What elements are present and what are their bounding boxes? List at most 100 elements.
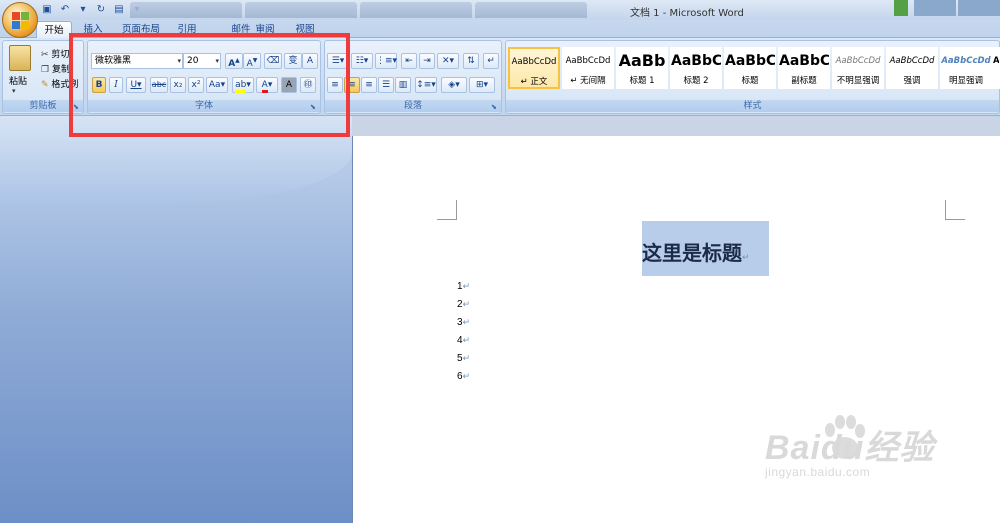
page-top-gap xyxy=(352,116,1000,136)
office-button[interactable] xyxy=(2,2,38,38)
justify-icon: ☰ xyxy=(381,80,391,90)
brush-icon: ✎ xyxy=(41,80,49,90)
justify-button[interactable]: ☰ xyxy=(378,77,394,93)
copy-button[interactable]: ❐ 复制 xyxy=(41,62,70,75)
decrease-indent-icon: ⇤ xyxy=(405,56,413,66)
align-right-icon: ≡ xyxy=(365,80,373,90)
browser-tab[interactable] xyxy=(360,2,472,18)
increase-indent-button[interactable]: ⇥ xyxy=(419,53,435,69)
paragraph-mark-icon: ↵ xyxy=(487,56,495,66)
style-normal[interactable]: AaBbCcDd ↵ 正文 xyxy=(508,47,560,89)
style-name: ↵ 正文 xyxy=(520,77,548,87)
app-icon xyxy=(894,0,908,16)
dropdown-icon[interactable]: ▾ xyxy=(76,3,90,17)
style-sample: AaBbCcDd xyxy=(835,56,881,66)
style-name: 强调 xyxy=(903,76,921,86)
doc-line[interactable]: 5↵ xyxy=(457,353,470,364)
office-logo-icon xyxy=(12,12,30,30)
paste-dropdown-icon[interactable]: ▾ xyxy=(12,87,16,95)
style-name: 标题 xyxy=(741,76,759,86)
browser-tab[interactable] xyxy=(130,2,242,18)
chinese-layout-button[interactable]: ✕▾ xyxy=(437,53,459,69)
style-no-spacing[interactable]: AaBbCcDd ↵ 无间隔 xyxy=(562,47,614,89)
title-bar: ▣ ↶ ▾ ↻ ▤ ▾ 文档 1 - Microsoft Word xyxy=(0,0,1000,20)
paste-button[interactable]: 粘贴 xyxy=(9,74,27,87)
maximize-button[interactable] xyxy=(958,0,1000,16)
style-sample: AaBbCcDd xyxy=(565,56,611,66)
browser-tab[interactable] xyxy=(475,2,587,18)
redo-icon[interactable]: ↻ xyxy=(94,3,108,17)
styles-group-label: 样式 xyxy=(506,100,999,112)
paragraph-mark-icon: ↵ xyxy=(742,253,750,263)
numbering-icon: ☷ xyxy=(355,56,364,66)
doc-line[interactable]: 4↵ xyxy=(457,335,470,346)
style-sample: AaBbC xyxy=(779,53,829,69)
watermark: Baidu经验 jingyan.baidu.com xyxy=(765,420,934,479)
tab-home[interactable]: 开始 xyxy=(36,21,72,38)
paragraph-group-label: 段落 xyxy=(325,100,501,112)
doc-line[interactable]: 2↵ xyxy=(457,299,470,310)
doc-line[interactable]: 3↵ xyxy=(457,317,470,328)
paragraph-group: ☰▾ ☷▾ ⋮≡▾ ⇤ ⇥ ✕▾ ⇅ ↵ ≡ ≡ ≡ ☰ ▥ ↕≡▾ ◈▾ ⊞▾… xyxy=(324,40,502,114)
watermark-brand: Baidu经验 xyxy=(765,429,935,467)
background-browser-tabs xyxy=(130,2,587,18)
font-group-highlight-box xyxy=(69,33,350,137)
save-icon[interactable]: ▣ xyxy=(40,3,54,17)
copy-label: 复制 xyxy=(51,65,70,75)
align-right-button[interactable]: ≡ xyxy=(361,77,377,93)
crop-mark-top-left xyxy=(437,200,457,220)
doc-line[interactable]: 6↵ xyxy=(457,371,470,382)
style-name: 标题 1 xyxy=(629,76,655,86)
borders-button[interactable]: ⊞▾ xyxy=(469,77,495,93)
numbering-button[interactable]: ☷▾ xyxy=(351,53,373,69)
borders-icon: ⊞ xyxy=(475,80,484,90)
crop-mark-top-right xyxy=(945,200,965,220)
style-sample: AaBbCcDd xyxy=(889,56,935,66)
style-subtle-emphasis[interactable]: AaBbCcDd 不明显强调 xyxy=(832,47,884,89)
style-name: 不明显强调 xyxy=(836,76,880,86)
style-name: 副标题 xyxy=(791,76,817,86)
cut-button[interactable]: ✂ 剪切 xyxy=(41,47,69,60)
document-title[interactable]: 这里是标题↵ xyxy=(642,237,750,266)
browser-tab[interactable] xyxy=(245,2,357,18)
style-sample: AaBbC xyxy=(725,53,775,69)
window-controls xyxy=(894,0,1000,16)
style-sample: AaBbCcDd xyxy=(511,57,557,67)
style-heading-1[interactable]: AaBb 标题 1 xyxy=(616,47,668,89)
line-spacing-button[interactable]: ↕≡▾ xyxy=(415,77,437,93)
decrease-indent-button[interactable]: ⇤ xyxy=(401,53,417,69)
styles-group: AaBbCcDd ↵ 正文 AaBbCcDd ↵ 无间隔 AaBb 标题 1 A… xyxy=(505,40,1000,114)
style-subtitle[interactable]: AaBbC 副标题 xyxy=(778,47,830,89)
quick-access-toolbar: ▣ ↶ ▾ ↻ ▤ ▾ xyxy=(40,3,144,17)
sort-icon: ⇅ xyxy=(467,56,475,66)
style-name: ↵ 无间隔 xyxy=(570,76,606,86)
print-preview-icon[interactable]: ▤ xyxy=(112,3,126,17)
chinese-layout-icon: ✕ xyxy=(441,56,450,66)
shading-button[interactable]: ◈▾ xyxy=(441,77,467,93)
distributed-icon: ▥ xyxy=(398,80,408,90)
show-marks-button[interactable]: ↵ xyxy=(483,53,499,69)
style-sample: Aa xyxy=(993,56,999,66)
distributed-button[interactable]: ▥ xyxy=(395,77,411,93)
style-sample: AaBbCcDd xyxy=(941,56,991,66)
multilevel-list-button[interactable]: ⋮≡▾ xyxy=(375,53,397,69)
minimize-button[interactable] xyxy=(914,0,956,16)
window-title: 文档 1 - Microsoft Word xyxy=(630,8,744,19)
paste-icon[interactable] xyxy=(9,45,31,71)
style-name: 明显强调 xyxy=(948,76,983,86)
style-more[interactable]: Aa xyxy=(992,47,1000,89)
style-sample: AaBb xyxy=(618,51,666,70)
style-name: 标题 2 xyxy=(683,76,709,86)
paragraph-launcher-icon[interactable]: ⬊ xyxy=(491,103,499,111)
doc-line[interactable]: 1↵ xyxy=(457,281,470,292)
document-title-text: 这里是标题 xyxy=(642,241,742,265)
sort-button[interactable]: ⇅ xyxy=(463,53,479,69)
workspace-background xyxy=(0,116,352,523)
undo-icon[interactable]: ↶ xyxy=(58,3,72,17)
style-intense-emphasis[interactable]: AaBbCcDd 明显强调 xyxy=(940,47,992,89)
style-emphasis[interactable]: AaBbCcDd 强调 xyxy=(886,47,938,89)
style-sample: AaBbC xyxy=(671,53,721,69)
multilevel-list-icon: ⋮≡ xyxy=(376,56,393,66)
style-heading-2[interactable]: AaBbC 标题 2 xyxy=(670,47,722,89)
style-title[interactable]: AaBbC 标题 xyxy=(724,47,776,89)
